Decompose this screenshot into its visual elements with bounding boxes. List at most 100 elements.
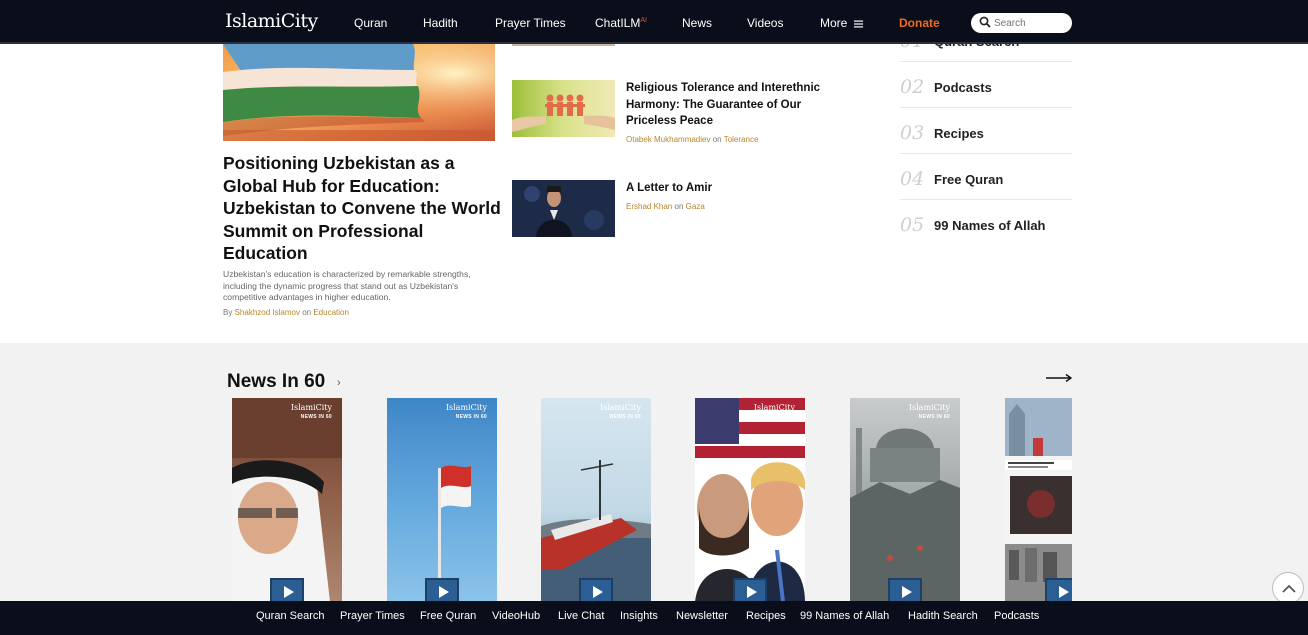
- author-link[interactable]: Shakhzod Islamov: [235, 308, 300, 317]
- nav-quran[interactable]: Quran: [354, 16, 387, 30]
- news-video-card[interactable]: IslamiCity NEWS IN 60: [232, 398, 342, 601]
- featured-story-title[interactable]: Positioning Uzbekistan as a Global Hub f…: [223, 152, 503, 265]
- author-link[interactable]: Otabek Mukhammadiev: [626, 135, 710, 144]
- play-button[interactable]: [1045, 578, 1072, 601]
- popular-label[interactable]: Free Quran: [934, 172, 1003, 187]
- story-byline: Otabek Mukhammadiev on Tolerance: [626, 135, 758, 144]
- popular-number: 02: [900, 76, 925, 98]
- card-logo-sub: NEWS IN 60: [455, 414, 487, 420]
- footer-newsletter[interactable]: Newsletter: [676, 610, 728, 622]
- hamburger-icon: [853, 20, 863, 28]
- featured-byline: By Shakhzod Islamov on Education: [223, 308, 349, 317]
- video-thumbnail: [1005, 398, 1072, 601]
- card-logo-sub: NEWS IN 60: [300, 414, 332, 420]
- card-logo: IslamiCity NEWS IN 60: [600, 404, 641, 421]
- play-button[interactable]: [270, 578, 304, 601]
- byline-on: on: [712, 135, 722, 144]
- category-link[interactable]: Gaza: [686, 202, 705, 211]
- nav-prayer-times[interactable]: Prayer Times: [495, 16, 566, 30]
- popular-number: 04: [900, 168, 925, 190]
- islamicity-logo[interactable]: IslamiCity: [225, 10, 318, 32]
- play-button[interactable]: [888, 578, 922, 601]
- category-link[interactable]: Tolerance: [724, 135, 759, 144]
- footer-free-quran[interactable]: Free Quran: [420, 610, 476, 622]
- nav-chatilm-label: ChatILM: [595, 16, 641, 30]
- popular-item-podcasts[interactable]: 02 Podcasts: [900, 62, 1072, 108]
- card-logo-text: IslamiCity: [290, 403, 332, 412]
- news-video-card[interactable]: IslamiCity NEWS IN 60: [850, 398, 960, 601]
- news-video-card[interactable]: IslamiCity NEWS IN 60: [541, 398, 651, 601]
- popular-label[interactable]: Recipes: [934, 126, 984, 141]
- nav-videos[interactable]: Videos: [747, 16, 783, 30]
- nav-chatilm[interactable]: ChatILMAI: [595, 16, 647, 30]
- news-in-60-section: News In 60 › IslamiCity NEWS IN 60 Islami…: [0, 343, 1308, 601]
- card-logo-text: IslamiCity: [753, 403, 795, 412]
- popular-item-free-quran[interactable]: 04 Free Quran: [900, 154, 1072, 200]
- story-title[interactable]: A Letter to Amir: [626, 180, 846, 197]
- footer-hadith-search[interactable]: Hadith Search: [908, 610, 978, 622]
- story-byline: Ershad Khan on Gaza: [626, 202, 705, 211]
- card-logo-text: IslamiCity: [599, 403, 641, 412]
- news-video-card[interactable]: [1005, 398, 1072, 601]
- category-link[interactable]: Education: [313, 308, 349, 317]
- popular-item-99-names[interactable]: 05 99 Names of Allah: [900, 200, 1072, 246]
- paper-people-image: [512, 94, 615, 132]
- footer-99-names[interactable]: 99 Names of Allah: [800, 610, 889, 622]
- byline-on: on: [302, 308, 312, 317]
- search-box[interactable]: [971, 13, 1072, 33]
- partial-story-thumbnail: [512, 44, 615, 46]
- footer-prayer-times[interactable]: Prayer Times: [340, 610, 405, 622]
- byline-by: By: [223, 308, 233, 317]
- portrait-image: [512, 180, 615, 237]
- popular-number: 05: [900, 214, 925, 236]
- author-link[interactable]: Ershad Khan: [626, 202, 672, 211]
- chevron-right-icon[interactable]: ›: [337, 377, 341, 389]
- video-thumbnail: [695, 398, 805, 601]
- card-logo-text: IslamiCity: [908, 403, 950, 412]
- donate-button[interactable]: Donate: [899, 16, 940, 30]
- play-button[interactable]: [579, 578, 613, 601]
- popular-number: 03: [900, 122, 925, 144]
- scroll-to-top-button[interactable]: [1272, 572, 1304, 604]
- featured-story-image[interactable]: [223, 44, 495, 141]
- nav-news[interactable]: News: [682, 16, 712, 30]
- card-logo-sub: NEWS IN 60: [918, 414, 950, 420]
- nav-more-label: More: [820, 16, 848, 30]
- story-thumbnail[interactable]: [512, 180, 615, 237]
- news-video-card[interactable]: IslamiCity NEWS IN 60: [695, 398, 805, 601]
- footer-videohub[interactable]: VideoHub: [492, 610, 540, 622]
- search-input[interactable]: [994, 16, 1066, 30]
- play-button[interactable]: [733, 578, 767, 601]
- news-in-60-title[interactable]: News In 60: [227, 371, 325, 393]
- card-logo: IslamiCity NEWS IN 60: [754, 404, 795, 421]
- footer-live-chat[interactable]: Live Chat: [558, 610, 604, 622]
- popular-item-recipes[interactable]: 03 Recipes: [900, 108, 1072, 154]
- story-thumbnail[interactable]: [512, 80, 615, 137]
- top-navigation-bar: IslamiCity Quran Hadith Prayer Times Cha…: [0, 0, 1308, 44]
- card-logo: IslamiCity NEWS IN 60: [446, 404, 487, 421]
- search-icon[interactable]: [979, 16, 991, 28]
- popular-label[interactable]: 99 Names of Allah: [934, 218, 1046, 233]
- footer-link-bar: Quran Search Prayer Times Free Quran Vid…: [0, 601, 1308, 635]
- card-logo: IslamiCity NEWS IN 60: [291, 404, 332, 421]
- play-button[interactable]: [425, 578, 459, 601]
- video-thumbnail: [850, 428, 960, 601]
- ai-superscript: AI: [640, 17, 647, 24]
- card-logo: IslamiCity NEWS IN 60: [909, 404, 950, 421]
- nav-more[interactable]: More: [820, 16, 863, 30]
- card-logo-sub: NEWS IN 60: [609, 414, 641, 420]
- side-story[interactable]: A Letter to Amir Ershad Khan on Gaza: [512, 180, 852, 238]
- uzbekistan-flag-image: [223, 44, 495, 141]
- popular-label[interactable]: Podcasts: [934, 80, 992, 95]
- footer-podcasts[interactable]: Podcasts: [994, 610, 1039, 622]
- featured-story-description: Uzbekistan's education is characterized …: [223, 269, 471, 302]
- news-video-card[interactable]: IslamiCity NEWS IN 60: [387, 398, 497, 601]
- nav-hadith[interactable]: Hadith: [423, 16, 458, 30]
- footer-insights[interactable]: Insights: [620, 610, 658, 622]
- video-thumbnail: [232, 398, 342, 601]
- side-story[interactable]: Religious Tolerance and Interethnic Harm…: [512, 80, 852, 144]
- story-title[interactable]: Religious Tolerance and Interethnic Harm…: [626, 80, 846, 130]
- footer-recipes[interactable]: Recipes: [746, 610, 786, 622]
- footer-quran-search[interactable]: Quran Search: [256, 610, 324, 622]
- arrow-right-icon[interactable]: [1046, 373, 1072, 383]
